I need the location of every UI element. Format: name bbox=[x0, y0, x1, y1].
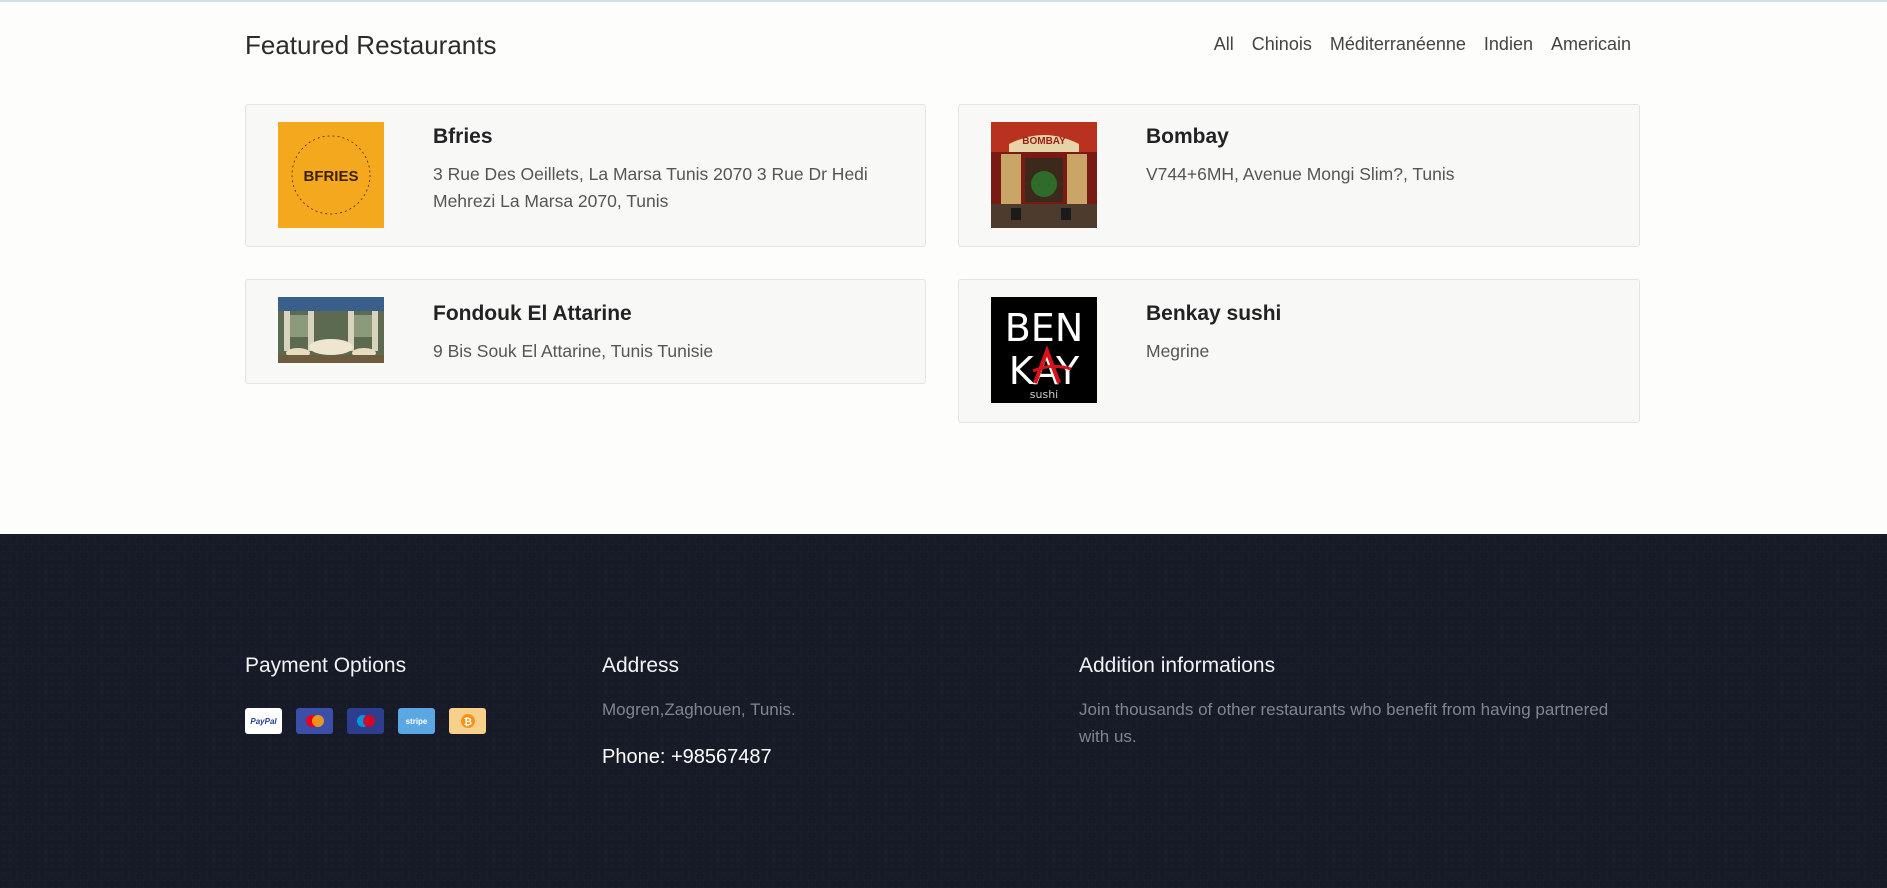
restaurant-address: V744+6MH, Avenue Mongi Slim?, Tunis bbox=[1146, 164, 1455, 184]
restaurant-name[interactable]: Bombay bbox=[1146, 125, 1229, 149]
bombay-photo[interactable]: BOMBAY bbox=[991, 122, 1097, 228]
maestro-icon bbox=[347, 708, 384, 734]
restaurant-name[interactable]: Bfries bbox=[433, 125, 493, 149]
svg-text:₿: ₿ bbox=[463, 716, 471, 728]
benkay-logo-line1: BEN bbox=[1005, 306, 1084, 350]
featured-section: Featured Restaurants All Chinois Méditer… bbox=[0, 2, 1887, 534]
address-title: Address bbox=[602, 654, 680, 677]
restaurant-name[interactable]: Benkay sushi bbox=[1146, 302, 1281, 326]
filter-all[interactable]: All bbox=[1205, 34, 1243, 55]
bombay-sign-text: BOMBAY bbox=[1022, 136, 1066, 147]
payment-options-title: Payment Options bbox=[245, 654, 407, 677]
mastercard-icon bbox=[296, 708, 333, 734]
address-text: Mogren,Zaghouen, Tunis. bbox=[602, 700, 796, 719]
filter-indien[interactable]: Indien bbox=[1475, 34, 1542, 55]
phone-number[interactable]: Phone: +98567487 bbox=[602, 746, 796, 769]
restaurant-address: 3 Rue Des Oeillets, La Marsa Tunis 2070 … bbox=[433, 164, 868, 211]
restaurant-name[interactable]: Fondouk El Attarine bbox=[433, 302, 632, 326]
cuisine-filter-bar: All Chinois Méditerranéenne Indien Ameri… bbox=[1205, 34, 1631, 55]
bfries-logo[interactable]: BFRIES bbox=[278, 122, 384, 228]
restaurant-address: 9 Bis Souk El Attarine, Tunis Tunisie bbox=[433, 341, 714, 361]
benkay-logo[interactable]: BEN KAY sushi bbox=[991, 297, 1097, 403]
paypal-icon: PayPal bbox=[245, 708, 282, 734]
restaurant-card-fondouk-el-attarine[interactable]: Fondouk El Attarine 9 Bis Souk El Attari… bbox=[245, 279, 926, 384]
additional-info-title: Addition informations bbox=[1079, 654, 1276, 677]
footer: Payment Options PayPal stripe ₿ Address … bbox=[0, 534, 1887, 888]
payment-icons: PayPal stripe ₿ bbox=[245, 708, 486, 734]
restaurant-card-benkay-sushi[interactable]: BEN KAY sushi Benkay sushi Megrine bbox=[958, 279, 1640, 423]
additional-info-column: Addition informations Join thousands of … bbox=[1079, 654, 1619, 750]
benkay-logo-line3: sushi bbox=[1030, 388, 1058, 401]
filter-americain[interactable]: Americain bbox=[1542, 34, 1631, 55]
additional-info-text: Join thousands of other restaurants who … bbox=[1079, 700, 1609, 746]
restaurant-address: Megrine bbox=[1146, 341, 1210, 361]
bfries-logo-text: BFRIES bbox=[303, 168, 358, 185]
payment-options-column: Payment Options PayPal stripe ₿ bbox=[245, 654, 486, 734]
restaurant-card-bfries[interactable]: BFRIES Bfries 3 Rue Des Oeillets, La Mar… bbox=[245, 104, 926, 247]
restaurant-card-bombay[interactable]: BOMBAY Bombay V744+6MH, Avenue Mongi Sli… bbox=[958, 104, 1640, 247]
filter-chinois[interactable]: Chinois bbox=[1243, 34, 1321, 55]
stripe-icon: stripe bbox=[398, 708, 435, 734]
address-column: Address Mogren,Zaghouen, Tunis. Phone: +… bbox=[602, 654, 796, 769]
filter-mediterraneenne[interactable]: Méditerranéenne bbox=[1321, 34, 1475, 55]
bitcoin-icon: ₿ bbox=[449, 708, 486, 734]
section-title: Featured Restaurants bbox=[245, 30, 497, 60]
fondouk-photo[interactable] bbox=[278, 297, 384, 363]
